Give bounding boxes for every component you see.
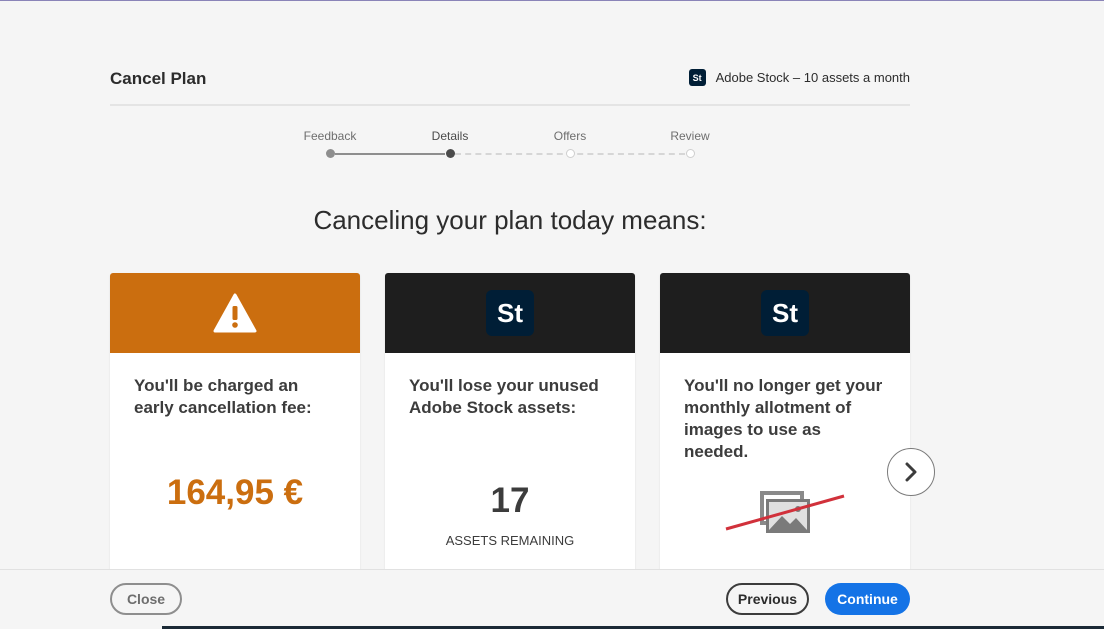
consequence-cards: You'll be charged an early cancellation … — [110, 273, 910, 573]
step-progress-line — [335, 153, 445, 155]
dialog-footer: Close Previous Continue — [0, 569, 1104, 629]
allotment-card: St You'll no longer get your monthly all… — [660, 273, 910, 573]
step-offers-label: Offers — [553, 129, 587, 143]
step-details-label: Details — [431, 129, 469, 143]
chevron-right-icon — [905, 462, 917, 482]
cancellation-fee-value: 164,95 € — [166, 473, 304, 512]
crossed-out-images-icon — [725, 491, 845, 533]
step-feedback-dot — [325, 149, 335, 158]
fee-card-text: You'll be charged an early cancellation … — [134, 376, 312, 417]
progress-stepper: Feedback Details Offers Review — [110, 0, 910, 170]
step-review-label: Review — [670, 129, 710, 143]
adobe-stock-logo-icon: St — [761, 290, 809, 336]
assets-card: St You'll lose your unused Adobe Stock a… — [385, 273, 635, 573]
assets-remaining-label: ASSETS REMAINING — [445, 533, 575, 548]
step-details-dot — [445, 149, 455, 158]
warning-icon — [213, 293, 257, 333]
fee-card: You'll be charged an early cancellation … — [110, 273, 360, 573]
fee-card-header — [110, 273, 360, 353]
step-review-dot — [685, 149, 695, 158]
close-button[interactable]: Close — [110, 583, 182, 615]
assets-card-header: St — [385, 273, 635, 353]
adobe-stock-logo-icon: St — [486, 290, 534, 336]
continue-button[interactable]: Continue — [825, 583, 910, 615]
assets-card-text: You'll lose your unused Adobe Stock asse… — [409, 376, 599, 417]
headline: Canceling your plan today means: — [313, 205, 707, 235]
next-card-button[interactable] — [887, 448, 935, 496]
allotment-card-text: You'll no longer get your monthly allotm… — [684, 376, 883, 461]
allotment-card-header: St — [660, 273, 910, 353]
previous-button[interactable]: Previous — [726, 583, 809, 615]
assets-remaining-value: 17 — [490, 481, 530, 520]
step-offers-dot — [565, 149, 575, 158]
step-feedback-label: Feedback — [303, 129, 357, 143]
